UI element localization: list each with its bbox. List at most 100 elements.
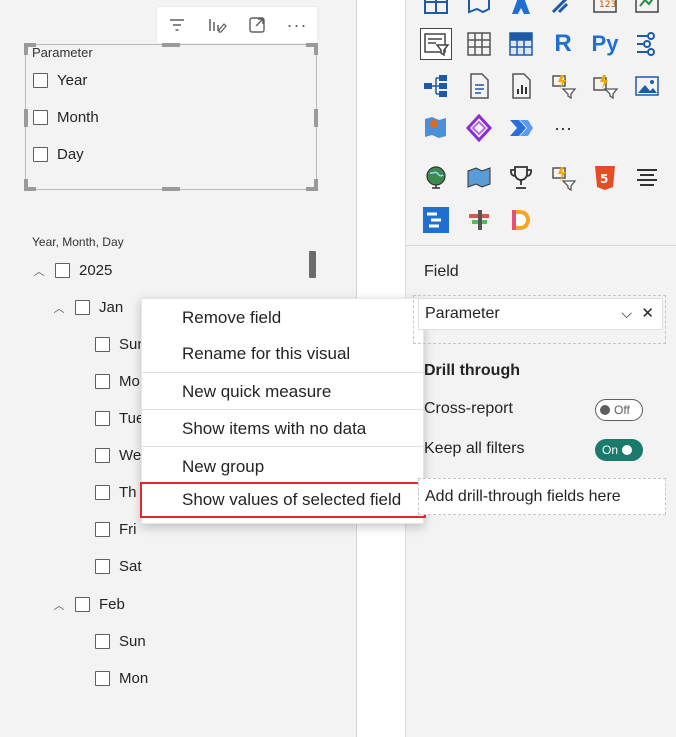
tornado-visual-icon[interactable] xyxy=(463,204,495,236)
filter-icon[interactable] xyxy=(157,7,197,43)
more-visuals-icon[interactable]: ··· xyxy=(547,112,579,144)
svg-text:123: 123 xyxy=(599,0,616,10)
filter-flow-visual-icon[interactable] xyxy=(547,162,579,194)
checkbox[interactable] xyxy=(95,374,110,389)
power-automate-flow-icon[interactable] xyxy=(505,112,537,144)
hierarchy-row-day[interactable]: Sun xyxy=(95,336,146,353)
menu-item-new-group[interactable]: New group xyxy=(142,449,423,485)
checkbox[interactable] xyxy=(95,559,110,574)
field-context-menu: Remove field Rename for this visual New … xyxy=(140,298,426,524)
cross-report-toggle[interactable]: Off xyxy=(595,399,643,421)
menu-item-new-quick-measure[interactable]: New quick measure xyxy=(142,374,423,410)
menu-item-show-values-selected-field[interactable]: Show values of selected field xyxy=(140,482,426,518)
r-script-visual-icon[interactable]: R xyxy=(547,28,579,60)
menu-separator xyxy=(142,409,423,410)
azure-map-icon[interactable] xyxy=(505,0,537,18)
azure-maps-custom-icon[interactable] xyxy=(420,112,452,144)
field-pill-parameter[interactable]: Parameter ⌵ ✕ xyxy=(418,298,663,330)
gantt-visual-icon[interactable] xyxy=(420,204,452,236)
hierarchy-row-day[interactable]: We xyxy=(95,447,141,464)
chevron-up-icon[interactable]: ︿ xyxy=(53,599,65,612)
toggle-knob xyxy=(622,445,633,455)
text-align-visual-icon[interactable] xyxy=(631,162,663,194)
hierarchy-row-day[interactable]: Mon xyxy=(95,670,148,687)
dax-visual-icon[interactable] xyxy=(505,204,537,236)
checkbox[interactable] xyxy=(75,597,90,612)
paginated-report-icon[interactable] xyxy=(505,70,537,102)
hierarchy-row-day[interactable]: Th xyxy=(95,484,137,501)
toggle-knob xyxy=(600,405,610,415)
more-options-icon[interactable]: ··· xyxy=(277,7,317,43)
html5-visual-icon[interactable]: 5 xyxy=(589,162,621,194)
resize-handle[interactable] xyxy=(314,179,318,191)
menu-item-rename-for-visual[interactable]: Rename for this visual xyxy=(142,336,423,372)
key-influencers-icon[interactable] xyxy=(631,28,663,60)
pane-divider xyxy=(406,245,676,246)
slicer-item[interactable]: Day xyxy=(33,146,84,163)
number-card-icon[interactable]: 123 xyxy=(589,0,621,18)
hierarchy-row-day[interactable]: Fri xyxy=(95,521,137,538)
cross-report-label: Cross-report xyxy=(424,400,513,417)
slicer-visual-icon[interactable] xyxy=(420,28,452,60)
checkbox[interactable] xyxy=(55,263,70,278)
hierarchy-row-day[interactable]: Mo xyxy=(95,373,140,390)
hierarchy-row-day[interactable]: Tue xyxy=(95,410,144,427)
resize-handle[interactable] xyxy=(24,43,28,55)
chevron-up-icon[interactable]: ︿ xyxy=(53,302,65,315)
hierarchy-row-year[interactable]: ︿ 2025 xyxy=(33,262,113,279)
resize-handle[interactable] xyxy=(162,43,180,47)
checkbox[interactable] xyxy=(75,300,90,315)
slicer-item[interactable]: Month xyxy=(33,109,99,126)
resize-handle[interactable] xyxy=(314,43,318,55)
menu-item-remove-field[interactable]: Remove field xyxy=(142,300,423,336)
checkbox[interactable] xyxy=(95,337,110,352)
visual-format-icon[interactable] xyxy=(197,7,237,43)
power-apps-diamond-icon[interactable] xyxy=(463,112,495,144)
qa-visual-icon[interactable] xyxy=(463,70,495,102)
resize-handle[interactable] xyxy=(24,179,28,191)
checkbox[interactable] xyxy=(95,448,110,463)
checkbox[interactable] xyxy=(95,485,110,500)
checkbox[interactable] xyxy=(95,411,110,426)
filled-map-icon[interactable] xyxy=(463,0,495,18)
checkbox[interactable] xyxy=(95,522,110,537)
close-icon[interactable]: ✕ xyxy=(641,304,654,322)
shape-map-icon[interactable] xyxy=(463,162,495,194)
keep-all-filters-toggle[interactable]: On xyxy=(595,439,643,461)
trophy-visual-icon[interactable] xyxy=(505,162,537,194)
matrix-visual-icon[interactable] xyxy=(505,28,537,60)
hierarchy-row-month[interactable]: ︿ Feb xyxy=(53,596,125,613)
power-apps-visual-icon[interactable] xyxy=(589,70,621,102)
checkbox[interactable] xyxy=(95,634,110,649)
table-visual-icon[interactable] xyxy=(463,28,495,60)
keep-all-filters-label: Keep all filters xyxy=(424,440,525,457)
arcgis-map-icon[interactable] xyxy=(547,0,579,18)
menu-item-show-items-no-data[interactable]: Show items with no data xyxy=(142,411,423,447)
hierarchy-row-day[interactable]: Sat xyxy=(95,558,142,575)
menu-separator xyxy=(142,372,423,373)
chevron-down-icon[interactable]: ⌵ xyxy=(621,305,632,322)
hierarchy-row-month[interactable]: ︿ Jan xyxy=(53,299,124,316)
stacked-area-chart-icon[interactable] xyxy=(420,0,452,18)
power-automate-visual-icon[interactable] xyxy=(547,70,579,102)
checkbox[interactable] xyxy=(33,110,48,125)
hierarchy-slicer-title: Year, Month, Day xyxy=(32,235,124,249)
hierarchy-row-day[interactable]: Sun xyxy=(95,633,146,650)
resize-handle[interactable] xyxy=(24,109,28,127)
checkbox[interactable] xyxy=(33,147,48,162)
resize-handle[interactable] xyxy=(162,187,180,191)
chevron-up-icon[interactable]: ︿ xyxy=(33,265,45,278)
image-visual-icon[interactable] xyxy=(631,70,663,102)
python-visual-icon[interactable]: Py xyxy=(589,28,621,60)
kpi-visual-icon[interactable] xyxy=(631,0,663,18)
checkbox[interactable] xyxy=(95,671,110,686)
checkbox[interactable] xyxy=(33,73,48,88)
slicer-item[interactable]: Year xyxy=(33,72,87,89)
globe-map-icon[interactable] xyxy=(420,162,452,194)
parameter-slicer[interactable]: Parameter Year Month Day xyxy=(24,43,318,191)
drill-through-fields-well[interactable]: Add drill-through fields here xyxy=(418,478,666,515)
resize-handle[interactable] xyxy=(314,109,318,127)
scrollbar-thumb[interactable] xyxy=(309,251,316,278)
decomposition-tree-icon[interactable] xyxy=(420,70,452,102)
focus-mode-icon[interactable] xyxy=(237,7,277,43)
